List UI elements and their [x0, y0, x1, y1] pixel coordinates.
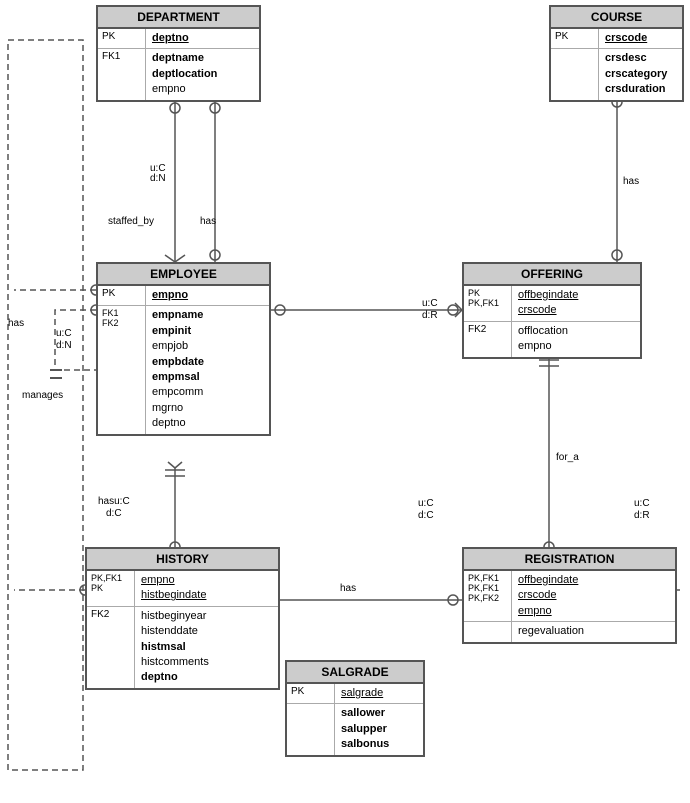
label-uc-emp-off: u:C	[422, 298, 438, 309]
label-has-hist-reg: has	[340, 583, 356, 594]
entity-salgrade-header: SALGRADE	[287, 662, 423, 684]
emp-data-key: FK1FK2	[98, 306, 146, 433]
hist-pk-key: PK,FK1PK	[87, 571, 135, 606]
sal-data-key	[287, 704, 335, 754]
reg-pk-key: PK,FK1PK,FK1PK,FK2	[464, 571, 512, 621]
hist-data-fields: histbeginyear histenddate histmsal histc…	[135, 607, 278, 688]
dept-data-fields: deptname deptlocation empno	[146, 49, 259, 99]
sal-pk-key: PK	[287, 684, 335, 703]
reg-data-key	[464, 622, 512, 642]
label-has-left: has	[8, 318, 24, 329]
emp-pk-key: PK	[98, 286, 146, 305]
label-dr-off-reg2: d:R	[634, 510, 650, 521]
dept-pk-fields: deptno	[146, 29, 259, 48]
label-has-dept-emp: has	[200, 216, 216, 227]
label-manages: manages	[22, 390, 63, 401]
entity-history-header: HISTORY	[87, 549, 278, 571]
off-data-key: FK2	[464, 322, 512, 357]
entity-course-header: COURSE	[551, 7, 682, 29]
label-uc-off-reg2: u:C	[634, 498, 650, 509]
course-data-key	[551, 49, 599, 99]
hist-pk-fields: empno histbegindate	[135, 571, 278, 606]
label-dc-hist-reg: d:C	[418, 510, 434, 521]
dept-pk-key: PK	[98, 29, 146, 48]
label-has-course-offering: has	[623, 176, 639, 187]
off-pk-fields: offbegindate crscode	[512, 286, 640, 321]
reg-data-fields: regevaluation	[512, 622, 675, 642]
entity-registration-header: REGISTRATION	[464, 549, 675, 571]
off-pk-key: PKPK,FK1	[464, 286, 512, 321]
label-dn-emp-loop: d:N	[56, 340, 72, 351]
entity-department-header: DEPARTMENT	[98, 7, 259, 29]
course-pk-fields: crscode	[599, 29, 682, 48]
label-dr-emp-off: d:R	[422, 310, 438, 321]
entity-department: DEPARTMENT PK deptno FK1 deptname deptlo…	[96, 5, 261, 102]
diagram-container: COURSE PK crscode crsdesc crscategory cr…	[0, 0, 690, 803]
off-data-fields: offlocation empno	[512, 322, 640, 357]
entity-course: COURSE PK crscode crsdesc crscategory cr…	[549, 5, 684, 102]
label-for-a: for_a	[556, 452, 579, 463]
entity-history: HISTORY PK,FK1PK empno histbegindate FK2…	[85, 547, 280, 690]
entity-salgrade: SALGRADE PK salgrade sallower salupper s…	[285, 660, 425, 757]
label-uc-hist-reg: u:C	[418, 498, 434, 509]
emp-data-fields: empname empinit empjob empbdate empmsal …	[146, 306, 269, 433]
course-data-fields: crsdesc crscategory crsduration	[599, 49, 682, 99]
label-staffed-by: staffed_by	[108, 216, 154, 227]
entity-registration: REGISTRATION PK,FK1PK,FK1PK,FK2 offbegin…	[462, 547, 677, 644]
entity-employee-header: EMPLOYEE	[98, 264, 269, 286]
entity-offering-header: OFFERING	[464, 264, 640, 286]
course-pk-key: PK	[551, 29, 599, 48]
entity-employee: EMPLOYEE PK empno FK1FK2 empname empinit…	[96, 262, 271, 436]
entity-offering: OFFERING PKPK,FK1 offbegindate crscode F…	[462, 262, 642, 359]
label-d-c-emp-hist: d:C	[106, 508, 122, 519]
sal-data-fields: sallower salupper salbonus	[335, 704, 423, 754]
dept-data-key: FK1	[98, 49, 146, 99]
label-uc-emp-loop: u:C	[56, 328, 72, 339]
emp-pk-fields: empno	[146, 286, 269, 305]
hist-data-key: FK2	[87, 607, 135, 688]
reg-pk-fields: offbegindate crscode empno	[512, 571, 675, 621]
label-dn-dept-emp: d:N	[150, 173, 166, 184]
sal-pk-fields: salgrade	[335, 684, 423, 703]
label-hasu-c: hasu:C	[98, 496, 130, 507]
